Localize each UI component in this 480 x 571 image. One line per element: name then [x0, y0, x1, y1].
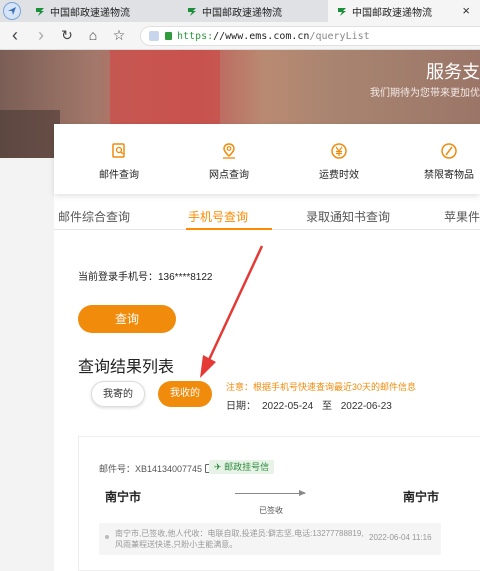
browser-tab[interactable]: 中国邮政速递物流: [178, 0, 328, 22]
tracking-time: 2022-06-04 11:16: [369, 533, 432, 542]
query-notice: 注意：根据手机号快速查询最近30天的邮件信息: [226, 382, 417, 392]
service-label: 运费时效: [319, 170, 359, 181]
tab-title: 中国邮政速递物流: [352, 7, 432, 19]
close-tab-icon[interactable]: ×: [462, 3, 470, 18]
results-title: 查询结果列表: [78, 359, 175, 376]
tab-admission-letter-query[interactable]: 录取通知书查询: [306, 208, 390, 225]
tab-phone-query[interactable]: 手机号查询: [188, 208, 248, 225]
mail-number-text: 邮件号：XB14134007745: [99, 464, 203, 474]
registered-mail-badge: ✈ 邮政挂号信: [209, 460, 275, 474]
query-type-tabs: 邮件综合查询 手机号查询 录取通知书查询 苹果件查: [54, 202, 480, 230]
lock-icon: [165, 32, 172, 40]
service-prohibited-items[interactable]: 禁限寄物品: [404, 142, 480, 181]
service-outlet-query[interactable]: 网点查询: [184, 142, 274, 181]
banner-title: 服务支: [426, 62, 480, 82]
forward-icon[interactable]: ›: [32, 26, 50, 44]
url-scheme: https:: [177, 30, 214, 42]
tab-apple-query[interactable]: 苹果件查: [444, 208, 480, 225]
date-to: 2022-06-23: [340, 401, 392, 412]
service-label: 禁限寄物品: [424, 170, 474, 181]
sent-by-me-button[interactable]: 我寄的: [91, 381, 145, 407]
tab-mail-query[interactable]: 邮件综合查询: [58, 208, 130, 225]
url-path: /queryList: [309, 30, 370, 42]
shield-icon: [149, 31, 159, 41]
date-range: 日期： 2022-05-24 至 2022-06-23: [226, 397, 398, 412]
service-label: 网点查询: [209, 170, 249, 181]
china-post-logo-icon: [188, 8, 196, 16]
reload-icon[interactable]: ↻: [58, 26, 76, 44]
mail-result-card[interactable]: 邮件号：XB14134007745 ✈ 邮政挂号信 南宁市 已签收 南宁市 南宁…: [78, 436, 480, 571]
date-to-label: 至: [321, 401, 332, 412]
service-mail-query[interactable]: 邮件查询: [74, 142, 164, 181]
date-label: 日期：: [226, 401, 256, 412]
destination-city: 南宁市: [403, 490, 440, 504]
china-post-logo-icon: ✈: [214, 462, 222, 472]
date-from: 2022-05-24: [262, 401, 314, 412]
route-arrow-icon: [299, 490, 306, 496]
mail-number: 邮件号：XB14134007745: [99, 462, 214, 475]
china-post-logo-icon: [36, 8, 44, 16]
service-label: 邮件查询: [99, 170, 139, 181]
browser-toolbar: ‹ › ↻ ⌂ ☆ https: //www.ems.com.cn /query…: [0, 22, 480, 50]
banner-subtitle: 我们期待为您带来更加优: [370, 88, 480, 99]
yen-icon: [331, 143, 347, 159]
banner-shadow: [0, 110, 60, 158]
tab-title: 中国邮政速递物流: [202, 7, 282, 19]
browser-tab[interactable]: 中国邮政速递物流: [26, 0, 176, 22]
browser-tab-active[interactable]: 中国邮政速递物流 ×: [328, 0, 480, 22]
browser-tab-bar: 中国邮政速递物流 中国邮政速递物流 中国邮政速递物流 ×: [0, 0, 480, 22]
active-tab-indicator: [186, 228, 272, 230]
query-button[interactable]: 查询: [78, 305, 176, 333]
tracking-latest: 南宁市,已签收,他人代收：电联自取,投递员:僻志坚,电话:13277788819…: [99, 523, 441, 555]
tab-title: 中国邮政速递物流: [50, 7, 130, 19]
home-icon[interactable]: ⌂: [84, 26, 102, 44]
back-icon[interactable]: ‹: [6, 26, 24, 44]
tracking-text: 南宁市,已签收,他人代收：电联自取,投递员:僻志坚,电话:13277788819…: [115, 529, 364, 549]
origin-city: 南宁市: [105, 490, 142, 504]
address-bar[interactable]: https: //www.ems.com.cn /queryList: [140, 26, 480, 46]
route-arrow-line: [235, 493, 305, 494]
location-pin-icon: [223, 143, 235, 159]
service-freight-time[interactable]: 运费时效: [294, 142, 384, 181]
login-phone-label: 当前登录手机号：136****8122: [78, 272, 213, 283]
service-shortcuts: 邮件查询 网点查询 运费时效 禁限寄物品: [54, 124, 480, 194]
url-host: //www.ems.com.cn: [213, 30, 310, 42]
prohibited-icon: [441, 143, 457, 159]
search-doc-icon: [112, 143, 125, 158]
badge-text: 邮政挂号信: [224, 462, 270, 472]
delivery-status: 已签收: [259, 506, 283, 515]
china-post-logo-icon: [338, 8, 346, 16]
bookmark-star-icon[interactable]: ☆: [110, 26, 128, 44]
timeline-dot-icon: [105, 535, 109, 539]
received-by-me-button[interactable]: 我收的: [158, 381, 212, 407]
browser-logo-icon[interactable]: [3, 2, 21, 20]
